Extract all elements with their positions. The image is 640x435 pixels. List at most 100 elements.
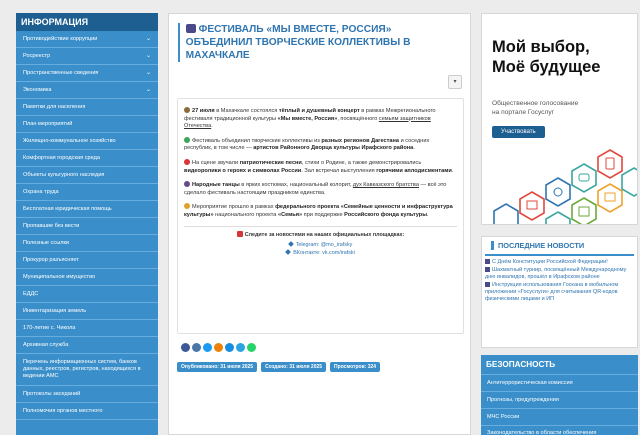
heart-icon [184,158,190,165]
left-sidebar: ИНФОРМАЦИЯ Противодействие коррупции ⌄ Рос… [16,13,158,435]
medal-icon [184,203,190,210]
sidebar-item[interactable]: Протоколы заседаний [16,386,158,403]
share-facebook-icon[interactable] [181,343,190,352]
sidebar-item-label: Полезные ссылки [23,239,70,246]
article-meta: Опубликовано: 31 июля 2025 Создано: 31 и… [177,362,381,372]
sidebar-item[interactable]: Архивная служба [16,337,158,354]
sidebar-item-label: Архивная служба [23,341,69,348]
diamond-icon [287,240,294,247]
share-vk-icon[interactable] [192,343,201,352]
right-column: Мой выбор, Моё будущее Общественное голос… [481,13,638,435]
created-badge: Создано: 31 июля 2025 [261,362,327,372]
sidebar-item-label: Охрана труда [23,188,59,195]
article-paragraph-4: Народные танцы в ярких костюмах, национа… [184,181,447,196]
news-item-title: Инструкция использования Госкана в мобил… [485,282,619,302]
article-paragraph-3: На сцене звучали патриотические песни, с… [184,158,454,174]
views-badge: Просмотров: 324 [330,362,381,372]
article-title-wrap: ФЕСТИВАЛЬ «МЫ ВМЕСТЕ, РОССИЯ» ОБЪЕДИНИЛ … [169,14,470,62]
sidebar-item[interactable]: Охрана труда [16,184,158,201]
sidebar-item[interactable]: Росреестр ⌄ [16,48,158,65]
sidebar-item-label: Росреестр [23,52,51,59]
news-icon [185,24,196,33]
news-item[interactable]: Шахматный турнир, посвящённый Международ… [485,267,634,281]
security-menu: БЕЗОПАСНОСТЬ Антитеррористическая комисс… [481,355,638,435]
sidebar-item-label: ЕДДС [23,290,39,297]
chevron-down-icon: ⌄ [145,69,151,76]
article-panel: ФЕСТИВАЛЬ «МЫ ВМЕСТЕ, РОССИЯ» ОБЪЕДИНИЛ … [168,13,471,435]
share-telegram-icon[interactable] [236,343,245,352]
vk-link[interactable]: ВКонтакте: vk.com/irafski [184,248,457,257]
caucasus-link[interactable]: дух Кавказского братства [353,182,419,188]
news-item-title: Шахматный турнир, посвящённый Международ… [485,267,627,280]
sidebar-item[interactable]: Жилищно-коммунальное хозяйство [16,133,158,150]
latest-news: ПОСЛЕДНИЕ НОВОСТИ С Днём Конституции Рос… [481,236,638,348]
news-bullet-icon [485,267,490,272]
chevron-down-icon: ⌄ [145,86,151,93]
sidebar-item[interactable]: Прокурор разъясняет [16,252,158,269]
security-menu-item[interactable]: МЧС России [481,409,638,426]
sidebar-item[interactable]: Муниципальное имущество [16,269,158,286]
sidebar-item[interactable]: Экономика ⌄ [16,82,158,99]
news-bullet-icon [485,259,490,264]
article-title-text: ФЕСТИВАЛЬ «МЫ ВМЕСТЕ, РОССИЯ» ОБЪЕДИНИЛ … [185,24,411,61]
hexagon-icons-graphic [493,149,637,224]
news-bullet-icon [485,282,490,287]
share-mail-icon[interactable] [225,343,234,352]
article-paragraph-2: Фестиваль объединил творческие коллектив… [184,136,430,152]
sidebar-item-label: Объекты культурного наследия [23,171,105,178]
sidebar-item-label: Перечень информационных систем, банков д… [23,359,141,379]
sidebar-item-label: Полномочия органов местного [23,407,103,414]
sidebar-item-label: Противодействие коррупции [23,35,98,42]
article-body: 27 июля в Махачкале состоялся тёплый и д… [177,98,464,334]
article-tools-dropdown-button[interactable]: ▾ [448,75,462,89]
sidebar-heading: ИНФОРМАЦИЯ [16,13,158,31]
security-menu-item[interactable]: Законодательство в области обеспечения б… [481,426,638,435]
heading-accent-bar [491,241,494,250]
news-item[interactable]: Инструкция использования Госкана в мобил… [485,282,634,303]
sidebar-item-label: План мероприятий [23,120,73,127]
news-item[interactable]: С Днём Конституции Российской Федерации! [485,259,634,266]
pencil-icon [184,107,190,113]
sidebar-item-label: Жилищно-коммунальное хозяйство [23,137,116,144]
sidebar-item[interactable]: Полезные ссылки [16,235,158,252]
dancer-icon [184,181,190,188]
sidebar-item-label: Инвентаризация земель [23,307,87,314]
sidebar-item-label: Бесплатная юридическая помощь [23,205,112,212]
article-paragraph-5: Мероприятие прошло в рамках федерального… [184,203,453,218]
sidebar-item-label: Комфортная городская среда [23,154,100,161]
published-badge: Опубликовано: 31 июля 2025 [177,362,258,372]
sidebar-item[interactable]: Объекты культурного наследия [16,167,158,184]
sidebar-item[interactable]: Бесплатная юридическая помощь [16,201,158,218]
share-whatsapp-icon[interactable] [247,343,256,352]
diamond-icon [285,248,292,255]
sidebar-item-label: Пропавшие без вести [23,222,80,229]
security-menu-item[interactable]: Прогнозы, предупреждения [481,392,638,409]
sidebar-item[interactable]: 170-летие с. Чикола [16,320,158,337]
sidebar-item-label: Экономика [23,86,52,93]
sidebar-item[interactable]: Комфортная городская среда [16,150,158,167]
sidebar-item[interactable]: Пропавшие без вести [16,218,158,235]
sidebar-item-label: Прокурор разъясняет [23,256,79,263]
sidebar-item[interactable]: Инвентаризация земель [16,303,158,320]
article-title: ФЕСТИВАЛЬ «МЫ ВМЕСТЕ, РОССИЯ» ОБЪЕДИНИЛ … [185,23,461,62]
sidebar-item-label: Пространственные сведения [23,69,99,76]
latest-news-heading: ПОСЛЕДНИЕ НОВОСТИ [485,237,634,256]
sidebar-item[interactable]: Пространственные сведения ⌄ [16,65,158,82]
sidebar-item[interactable]: Полномочия органов местного [16,403,158,420]
sidebar-item[interactable]: План мероприятий [16,116,158,133]
share-ok-icon[interactable] [214,343,223,352]
sidebar-item-label: Протоколы заседаний [23,390,81,397]
sidebar-item[interactable]: Противодействие коррупции ⌄ [16,31,158,48]
share-twitter-icon[interactable] [203,343,212,352]
security-menu-item[interactable]: Антитеррористическая комиссия [481,375,638,392]
gosuslugi-vote-banner[interactable]: Мой выбор, Моё будущее Общественное голос… [481,13,638,225]
sidebar-item[interactable]: ЕДДС [16,286,158,303]
chevron-down-icon: ⌄ [145,52,151,59]
sidebar-item-label: Муниципальное имущество [23,273,96,280]
share-buttons [181,343,256,352]
sidebar-item[interactable]: Перечень информационных систем, банков д… [16,354,158,386]
sidebar-item[interactable]: Памятки для населения [16,99,158,116]
participate-button[interactable]: Участвовать [492,126,545,138]
telegram-link[interactable]: Telegram: @mo_irafsky [184,240,457,249]
divider [184,225,457,227]
